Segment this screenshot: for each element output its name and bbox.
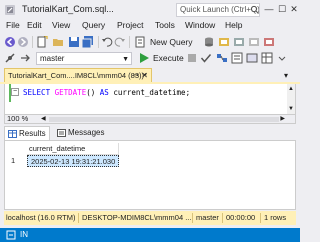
result-cell[interactable]: 2025-02-13 19:31:21.030 [27,155,119,167]
maximize-button[interactable]: ☐ [276,2,288,16]
editor-zoom-bar: 100 % ◀ ▶ [4,114,296,124]
status-server: localhost (16.0 RTM) [6,213,76,222]
toolbar-separator [32,36,33,48]
document-tab-title: TutorialKart_Com....IM8CL\mmm04 (83))* [8,71,147,80]
connect-icon[interactable] [4,52,16,64]
tab-results[interactable]: Results [4,126,50,140]
more-options-icon[interactable] [276,52,288,64]
query-options-icon[interactable] [231,52,243,64]
open-file-icon[interactable] [52,36,64,48]
tab-list-dropdown-icon[interactable]: ▾ [284,71,288,80]
status-separator [260,213,261,223]
status-connection: DESKTOP-MDIM8CL\mmm04 ... [82,213,192,222]
new-query-button[interactable]: New Query [150,37,193,47]
function-parens: () [86,88,96,97]
menu-query[interactable]: Query [82,20,105,30]
tab-results-label: Results [19,129,46,138]
menu-bar: File Edit View Query Project Tools Windo… [0,19,300,33]
status-elapsed-time: 00:00:00 [226,213,256,222]
app-status-bar: IN [0,228,300,242]
status-separator [78,213,79,223]
change-connection-icon[interactable] [19,52,31,64]
row-number[interactable]: 1 [11,156,15,165]
menu-help[interactable]: Help [225,20,242,30]
collapse-icon[interactable]: − [11,88,19,96]
analysis-query-icon[interactable] [218,36,230,48]
query-editor[interactable]: − SELECT GETDATE() AS current_datetime; … [4,84,296,114]
save-all-icon[interactable] [82,36,94,48]
scroll-left-icon[interactable]: ◀ [41,115,46,123]
column-alias: current_datetime [113,88,186,97]
pin-icon[interactable]: ⊸ [133,69,139,82]
forward-icon[interactable] [17,36,29,48]
ssms-app-icon [5,5,15,15]
status-output-icon [6,230,16,240]
minimize-button[interactable]: — [263,2,275,16]
menu-file[interactable]: File [6,20,20,30]
statement-terminator: ; [185,88,191,97]
quick-launch-input[interactable]: Quick Launch (Ctrl+Q) [176,3,260,17]
mdx-query-icon[interactable] [248,36,260,48]
window-title: TutorialKart_Com.sql... [22,4,114,14]
back-icon[interactable] [4,36,16,48]
menu-tools[interactable]: Tools [155,20,175,30]
zoom-level[interactable]: 100 % [7,115,28,123]
display-plan-icon[interactable] [216,52,228,64]
scroll-right-icon[interactable]: ▶ [280,115,285,123]
menu-edit[interactable]: Edit [27,20,42,30]
code-line[interactable]: SELECT GETDATE() AS current_datetime; [23,88,190,97]
keyword-as: AS [99,88,109,97]
intellisense-icon[interactable] [246,52,258,64]
scroll-down-icon[interactable]: ▼ [288,106,294,112]
new-item-icon[interactable] [36,36,48,48]
title-bar: TutorialKart_Com.sql... Quick Launch (Ct… [0,0,300,20]
execute-icon[interactable] [138,52,150,64]
app-status-text: IN [20,230,28,239]
parse-check-icon[interactable] [200,52,212,64]
status-separator [222,213,223,223]
save-icon[interactable] [68,36,80,48]
keyword-select: SELECT [23,88,51,97]
xmla-query-icon[interactable] [263,36,275,48]
menu-view[interactable]: View [52,20,70,30]
toolbar-separator [98,36,99,48]
close-tab-icon[interactable]: ✕ [141,69,148,82]
scroll-up-icon[interactable]: ▲ [288,86,294,92]
menu-project[interactable]: Project [117,20,143,30]
undo-icon[interactable] [101,36,113,48]
close-button[interactable]: ✕ [288,2,300,16]
database-name: master [40,54,65,63]
redo-icon[interactable] [114,36,126,48]
execute-button[interactable]: Execute [153,53,184,63]
menu-window[interactable]: Window [185,20,215,30]
grid-icon [8,130,17,138]
tab-messages-label: Messages [68,128,105,137]
status-database: master [196,213,219,222]
editor-vertical-scrollbar[interactable]: ▲ ▼ [287,84,295,114]
tab-messages[interactable]: Messages [54,126,110,140]
messages-icon [57,129,66,137]
dmx-query-icon[interactable] [233,36,245,48]
search-icon[interactable] [250,4,260,16]
query-status-bar: localhost (16.0 RTM) DESKTOP-MDIM8CL\mmm… [4,211,296,225]
editor-horizontal-scrollbar[interactable] [49,117,279,122]
chevron-down-icon: ▼ [122,56,129,63]
query-document-tab[interactable]: TutorialKart_Com....IM8CL\mmm04 (83))* ⊸… [4,68,152,83]
available-databases-select[interactable]: master ▼ [36,52,132,65]
results-grid[interactable]: current_datetime 1 2025-02-13 19:31:21.0… [4,140,296,210]
column-header-current-datetime[interactable]: current_datetime [27,143,119,155]
status-separator [192,213,193,223]
sql-editor-toolbar: master ▼ Execute [0,49,300,67]
results-to-grid-icon[interactable] [261,52,273,64]
cancel-query-icon[interactable] [186,52,198,64]
database-query-icon[interactable] [203,36,215,48]
new-query-icon[interactable] [134,36,146,48]
results-tab-strip: Results Messages [4,126,296,140]
status-row-count: 1 rows [264,213,287,222]
function-getdate: GETDATE [54,88,87,97]
toolbar-separator [129,36,130,48]
